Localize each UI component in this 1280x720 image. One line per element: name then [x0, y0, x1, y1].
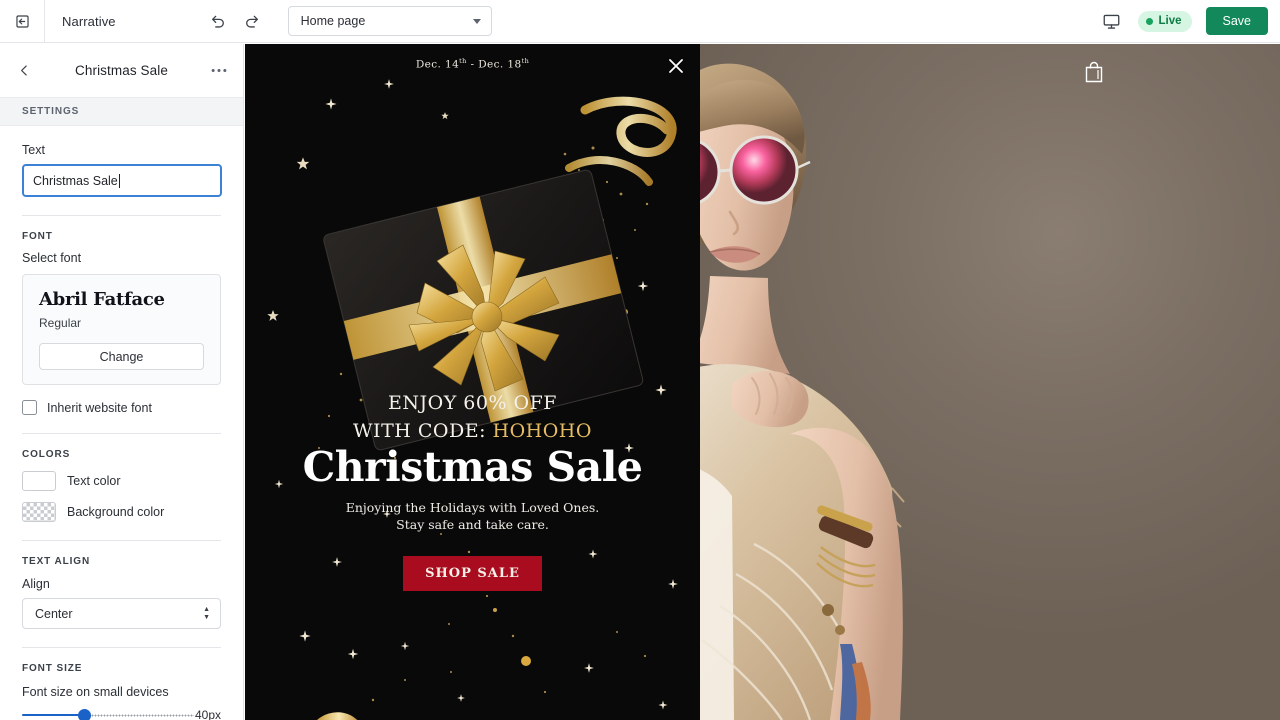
page-selector-value: Home page: [300, 14, 366, 28]
fashion-model-illustration: [700, 63, 905, 720]
font-size-small-value: 40px: [194, 708, 221, 720]
promo-code-line: WITH CODE: HOHOHO: [245, 420, 700, 442]
chevron-left-icon: [20, 65, 27, 76]
colors-section-header: COLORS: [22, 449, 71, 460]
redo-button[interactable]: [240, 8, 266, 34]
stepper-icon: ▲ ▼: [203, 605, 210, 621]
panel-title: Christmas Sale: [75, 63, 168, 78]
live-label: Live: [1158, 15, 1182, 27]
slider-fill: [22, 713, 85, 717]
settings-body: Text Christmas Sale FONT Select font Abr…: [0, 143, 243, 720]
change-font-button[interactable]: Change: [39, 343, 204, 370]
history-controls: [205, 8, 266, 34]
save-button[interactable]: Save: [1205, 7, 1268, 35]
settings-section-header: SETTINGS: [0, 98, 243, 126]
top-toolbar: Narrative Home page Live Save: [0, 0, 1280, 43]
page-selector[interactable]: Home page: [287, 6, 492, 36]
ellipsis-icon: [211, 68, 227, 73]
device-preview-button[interactable]: [1098, 8, 1124, 34]
background-color-swatch[interactable]: [22, 502, 56, 522]
promo-subline-2: Stay safe and take care.: [396, 516, 549, 532]
exit-left-icon: [15, 14, 29, 28]
desktop-monitor-icon: [1103, 14, 1120, 29]
promo-text-block: ENJOY 60% OFF WITH CODE: HOHOHO Christma…: [245, 392, 700, 591]
promo-subline-1: Enjoying the Holidays with Loved Ones.: [345, 500, 600, 516]
promo-code-prefix: WITH CODE:: [353, 420, 493, 442]
promo-dates: Dec. 14th - Dec. 18th: [245, 57, 700, 71]
promo-headline[interactable]: Christmas Sale: [245, 445, 700, 489]
dates-sup-2: th: [521, 57, 530, 65]
promo-close-button[interactable]: [666, 56, 686, 76]
model-photo: [700, 44, 1280, 720]
gold-ribbon-curl-decoration: [565, 96, 677, 186]
toolbar-right-group: Live Save: [1098, 7, 1280, 35]
exit-editor-button[interactable]: [9, 8, 35, 34]
background-color-row[interactable]: Background color: [22, 502, 221, 522]
live-status-badge[interactable]: Live: [1138, 10, 1192, 32]
panel-more-menu-button[interactable]: [207, 59, 231, 83]
text-cursor: [118, 173, 120, 188]
cart-bag-button[interactable]: [1083, 60, 1105, 89]
redo-icon: [246, 15, 259, 28]
slider-thumb[interactable]: [77, 708, 91, 720]
divider: [22, 647, 221, 648]
shop-sale-button[interactable]: SHOP SALE: [403, 555, 542, 591]
inherit-website-font-label: Inherit website font: [47, 400, 152, 415]
text-align-section-header: TEXT ALIGN: [22, 556, 91, 567]
text-input-value: Christmas Sale: [33, 173, 118, 188]
text-color-swatch[interactable]: [22, 471, 56, 491]
undo-button[interactable]: [205, 8, 231, 34]
close-x-icon: [669, 59, 683, 73]
panel-back-button[interactable]: [12, 59, 36, 83]
divider: [22, 215, 221, 216]
settings-panel: Christmas Sale SETTINGS Text Christmas S…: [0, 44, 244, 720]
align-select-value: Center: [35, 606, 73, 621]
divider: [22, 540, 221, 541]
font-weight: Regular: [39, 316, 82, 330]
promo-enjoy-line: ENJOY 60% OFF: [388, 392, 557, 414]
dates-sup-1: th: [459, 57, 467, 65]
live-dot-icon: [1146, 17, 1154, 25]
divider: [22, 433, 221, 434]
slider-rest-track: [90, 713, 194, 717]
gold-ribbon-bottom-decoration: [317, 712, 358, 720]
font-preview-card: Abril Fatface Regular Change: [22, 274, 221, 385]
app-title: Narrative: [62, 13, 116, 29]
promo-banner: Dec. 14th - Dec. 18th ENJOY 60% OFF WITH…: [245, 44, 700, 720]
text-input[interactable]: Christmas Sale: [22, 164, 222, 197]
promo-code-value: HOHOHO: [492, 420, 592, 442]
dates-middle: - Dec. 18: [466, 58, 522, 71]
dates-prefix: Dec. 14: [415, 58, 460, 71]
chevron-down-icon: [472, 18, 481, 24]
font-size-section-header: FONT SIZE: [22, 663, 83, 674]
font-size-small-slider[interactable]: [22, 708, 194, 720]
background-color-label: Background color: [67, 505, 165, 519]
text-color-row[interactable]: Text color: [22, 471, 221, 491]
font-section-header: FONT: [22, 231, 53, 242]
font-size-small-slider-row: 40px: [22, 708, 221, 720]
undo-icon: [212, 15, 225, 28]
shopping-bag-icon: [1085, 61, 1103, 83]
toolbar-divider: [44, 0, 45, 42]
preview-canvas: Dec. 14th - Dec. 18th ENJOY 60% OFF WITH…: [245, 44, 1280, 720]
font-name: Abril Fatface: [39, 289, 165, 310]
text-field-label: Text: [22, 143, 45, 157]
inherit-website-font-checkbox[interactable]: [22, 400, 37, 415]
text-color-label: Text color: [67, 474, 121, 488]
font-size-small-label: Font size on small devices: [22, 685, 169, 699]
select-font-label: Select font: [22, 251, 82, 265]
align-select[interactable]: Center ▲ ▼: [22, 598, 221, 629]
inherit-website-font-row[interactable]: Inherit website font: [22, 400, 221, 415]
align-label: Align: [22, 577, 50, 591]
panel-header: Christmas Sale: [0, 44, 243, 98]
